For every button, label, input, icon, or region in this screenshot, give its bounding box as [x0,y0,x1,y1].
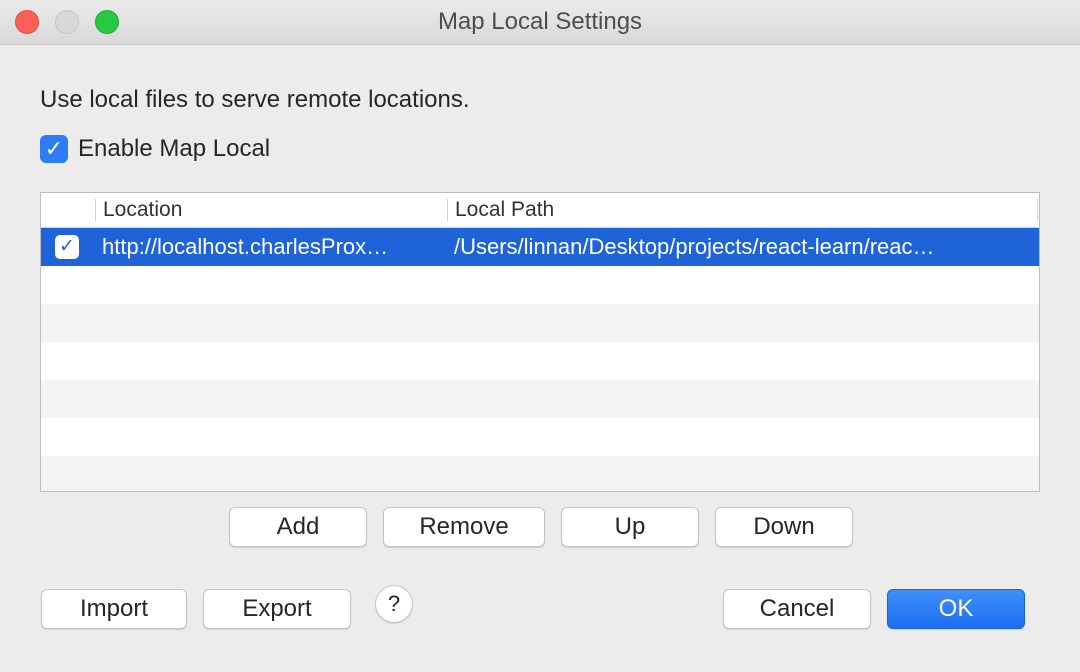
column-divider[interactable] [447,199,448,221]
row-local-path: /Users/linnan/Desktop/projects/react-lea… [454,234,935,259]
row-enabled-checkbox[interactable]: ✓ [55,235,79,259]
map-local-settings-dialog: Map Local Settings Use local files to se… [0,0,1080,672]
table-header: Location Local Path [41,193,1039,228]
ok-button[interactable]: OK [887,589,1025,629]
column-divider[interactable] [95,199,96,221]
column-divider [1037,199,1038,221]
column-header-location[interactable]: Location [103,193,443,227]
up-button[interactable]: Up [561,507,699,547]
enable-map-local-option[interactable]: ✓ Enable Map Local [40,134,270,164]
add-button[interactable]: Add [229,507,367,547]
dialog-description: Use local files to serve remote location… [40,86,470,113]
column-header-local-path[interactable]: Local Path [455,193,1015,227]
down-button[interactable]: Down [715,507,853,547]
import-button[interactable]: Import [41,589,187,629]
row-location: http://localhost.charlesProx… [102,234,389,259]
column-header-enabled[interactable] [41,193,95,227]
export-button[interactable]: Export [203,589,351,629]
enable-map-local-label[interactable]: Enable Map Local [78,135,270,163]
empty-table-row [41,456,1039,491]
enable-map-local-checkbox[interactable]: ✓ [40,135,68,163]
empty-table-row [41,380,1039,418]
empty-table-row [41,418,1039,456]
help-button[interactable]: ? [375,585,413,623]
empty-table-row [41,304,1039,342]
table-row[interactable]: ✓ http://localhost.charlesProx… /Users/l… [41,228,1039,266]
empty-table-row [41,342,1039,380]
window-title: Map Local Settings [437,8,643,35]
mapping-table: Location Local Path ✓ http://localhost.c… [40,192,1040,492]
remove-button[interactable]: Remove [383,507,545,547]
title-bar: Map Local Settings [0,0,1080,45]
cancel-button[interactable]: Cancel [723,589,871,629]
empty-table-row [41,266,1039,304]
